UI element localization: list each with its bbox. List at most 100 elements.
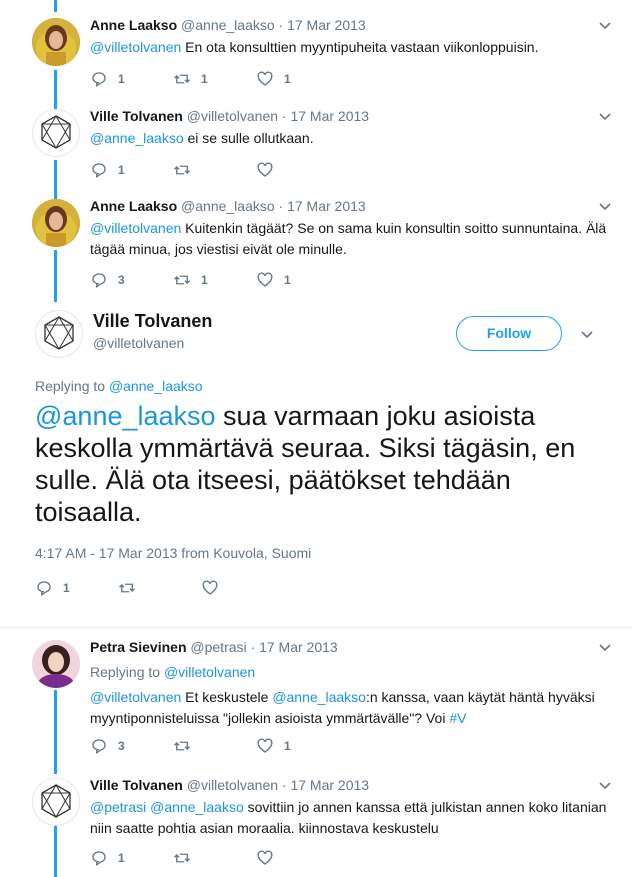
avatar[interactable] <box>32 109 80 157</box>
mention-link[interactable]: @anne_laakso <box>90 130 184 146</box>
retweet-button[interactable] <box>173 737 256 755</box>
mention-link[interactable]: @anne_laakso <box>272 689 366 705</box>
like-button[interactable] <box>201 579 284 597</box>
tweet-actions: 1 1 1 <box>90 69 339 89</box>
reply-count: 3 <box>118 739 125 753</box>
tweet[interactable]: Ville Tolvanen @villetolvanen · 17 Mar 2… <box>0 776 632 877</box>
tweet-text-body: En ota konsulttien myyntipuheita vastaan… <box>181 39 539 55</box>
tweet[interactable]: Petra Sievinen @petrasi · 17 Mar 2013 Re… <box>0 638 632 768</box>
mention-link[interactable]: @petrasi <box>90 799 146 815</box>
mention-link[interactable]: @anne_laakso <box>150 799 244 815</box>
author-name[interactable]: Ville Tolvanen <box>90 108 183 124</box>
like-icon <box>202 580 218 595</box>
retweet-icon <box>119 583 135 593</box>
retweet-icon <box>174 741 190 751</box>
tweet[interactable]: Anne Laakso @anne_laakso · 17 Mar 2013 @… <box>0 16 632 102</box>
reply-button[interactable]: 3 <box>90 271 173 289</box>
tweet-timestamp[interactable]: 4:17 AM - 17 Mar 2013 from Kouvola, Suom… <box>35 545 311 561</box>
avatar[interactable] <box>32 199 80 247</box>
reply-icon <box>37 581 51 597</box>
chevron-down-icon[interactable] <box>598 18 612 32</box>
retweet-icon <box>174 74 190 84</box>
avatar[interactable] <box>32 640 80 688</box>
author-name[interactable]: Anne Laakso <box>90 17 177 33</box>
tweet-body: Ville Tolvanen @villetolvanen · 17 Mar 2… <box>90 107 612 179</box>
mention-link[interactable]: @villetolvanen <box>164 664 255 680</box>
mention-link[interactable]: @villetolvanen <box>90 39 181 55</box>
reply-count: 1 <box>118 851 125 865</box>
reply-button[interactable]: 3 <box>90 737 173 755</box>
reply-count: 1 <box>63 581 70 595</box>
like-count: 1 <box>284 739 291 753</box>
tweet-actions: 1 <box>35 578 284 598</box>
retweet-button[interactable] <box>173 849 256 867</box>
avatar[interactable] <box>32 778 80 826</box>
mention-link[interactable]: @anne_laakso <box>109 378 203 394</box>
chevron-down-icon[interactable] <box>598 109 612 123</box>
chevron-down-icon[interactable] <box>580 327 594 341</box>
tweet-text: @petrasi @anne_laakso sovittiin jo annen… <box>90 797 612 839</box>
retweet-button[interactable]: 1 <box>173 70 256 88</box>
chevron-down-icon[interactable] <box>598 640 612 654</box>
retweet-icon <box>174 853 190 863</box>
replying-prefix: Replying to <box>35 378 109 394</box>
author-name[interactable]: Ville Tolvanen <box>93 311 212 332</box>
like-button[interactable] <box>256 849 339 867</box>
tweet-meta: @anne_laakso · 17 Mar 2013 <box>181 198 366 214</box>
tweet-text-body: Et keskustele <box>181 689 273 705</box>
like-button[interactable]: 1 <box>256 70 339 88</box>
retweet-icon <box>174 275 190 285</box>
author-handle[interactable]: @villetolvanen <box>93 335 184 351</box>
tweet-header: Petra Sievinen @petrasi · 17 Mar 2013 <box>90 638 612 657</box>
tweet-text: @villetolvanen Et keskustele @anne_laaks… <box>90 687 612 729</box>
tweet[interactable]: Ville Tolvanen @villetolvanen · 17 Mar 2… <box>0 107 632 193</box>
hashtag-link[interactable]: #V <box>449 710 466 726</box>
like-count: 1 <box>284 72 291 86</box>
reply-icon <box>92 273 106 289</box>
author-name[interactable]: Petra Sievinen <box>90 639 187 655</box>
reply-count: 1 <box>118 163 125 177</box>
mention-link[interactable]: @anne_laakso <box>35 401 216 431</box>
like-button[interactable] <box>256 161 339 179</box>
tweet-header: Anne Laakso @anne_laakso · 17 Mar 2013 <box>90 197 612 216</box>
tweet[interactable]: Anne Laakso @anne_laakso · 17 Mar 2013 @… <box>0 197 632 297</box>
avatar[interactable] <box>32 18 80 66</box>
mention-link[interactable]: @villetolvanen <box>90 689 181 705</box>
retweet-count: 1 <box>201 72 208 86</box>
reply-icon <box>92 851 106 867</box>
replying-to: Replying to @anne_laakso <box>35 378 203 394</box>
like-icon <box>257 272 273 287</box>
tweet-text: @villetolvanen Kuitenkin tägäät? Se on s… <box>90 218 612 260</box>
reply-icon <box>92 72 106 88</box>
like-count: 1 <box>284 273 291 287</box>
tweet-actions: 3 1 <box>90 736 339 756</box>
replying-prefix: Replying to <box>90 664 164 680</box>
avatar[interactable] <box>35 310 83 358</box>
tweet-actions: 1 <box>90 160 339 180</box>
chevron-down-icon[interactable] <box>598 778 612 792</box>
reply-button[interactable]: 1 <box>90 70 173 88</box>
tweet-header: Anne Laakso @anne_laakso · 17 Mar 2013 <box>90 16 612 35</box>
reply-button[interactable]: 1 <box>90 161 173 179</box>
tweet-body: Ville Tolvanen @villetolvanen · 17 Mar 2… <box>90 776 612 867</box>
mention-link[interactable]: @villetolvanen <box>90 220 181 236</box>
author-name[interactable]: Anne Laakso <box>90 198 177 214</box>
tweet-header: Ville Tolvanen @villetolvanen · 17 Mar 2… <box>90 107 612 126</box>
reply-button[interactable]: 1 <box>35 579 118 597</box>
tweet-text: @anne_laakso ei se sulle ollutkaan. <box>90 128 612 149</box>
like-icon <box>257 162 273 177</box>
tweet-text-body: ei se sulle ollutkaan. <box>183 130 314 146</box>
tweet-actions: 1 <box>90 848 339 868</box>
follow-button[interactable]: Follow <box>456 316 562 351</box>
retweet-button[interactable]: 1 <box>173 271 256 289</box>
tweet-meta: @anne_laakso · 17 Mar 2013 <box>181 17 366 33</box>
like-button[interactable]: 1 <box>256 737 339 755</box>
like-icon <box>257 850 273 865</box>
author-name[interactable]: Ville Tolvanen <box>90 777 183 793</box>
chevron-down-icon[interactable] <box>598 199 612 213</box>
retweet-button[interactable] <box>173 161 256 179</box>
retweet-button[interactable] <box>118 579 201 597</box>
reply-button[interactable]: 1 <box>90 849 173 867</box>
like-button[interactable]: 1 <box>256 271 339 289</box>
tweet-header: Ville Tolvanen @villetolvanen · 17 Mar 2… <box>90 776 612 795</box>
